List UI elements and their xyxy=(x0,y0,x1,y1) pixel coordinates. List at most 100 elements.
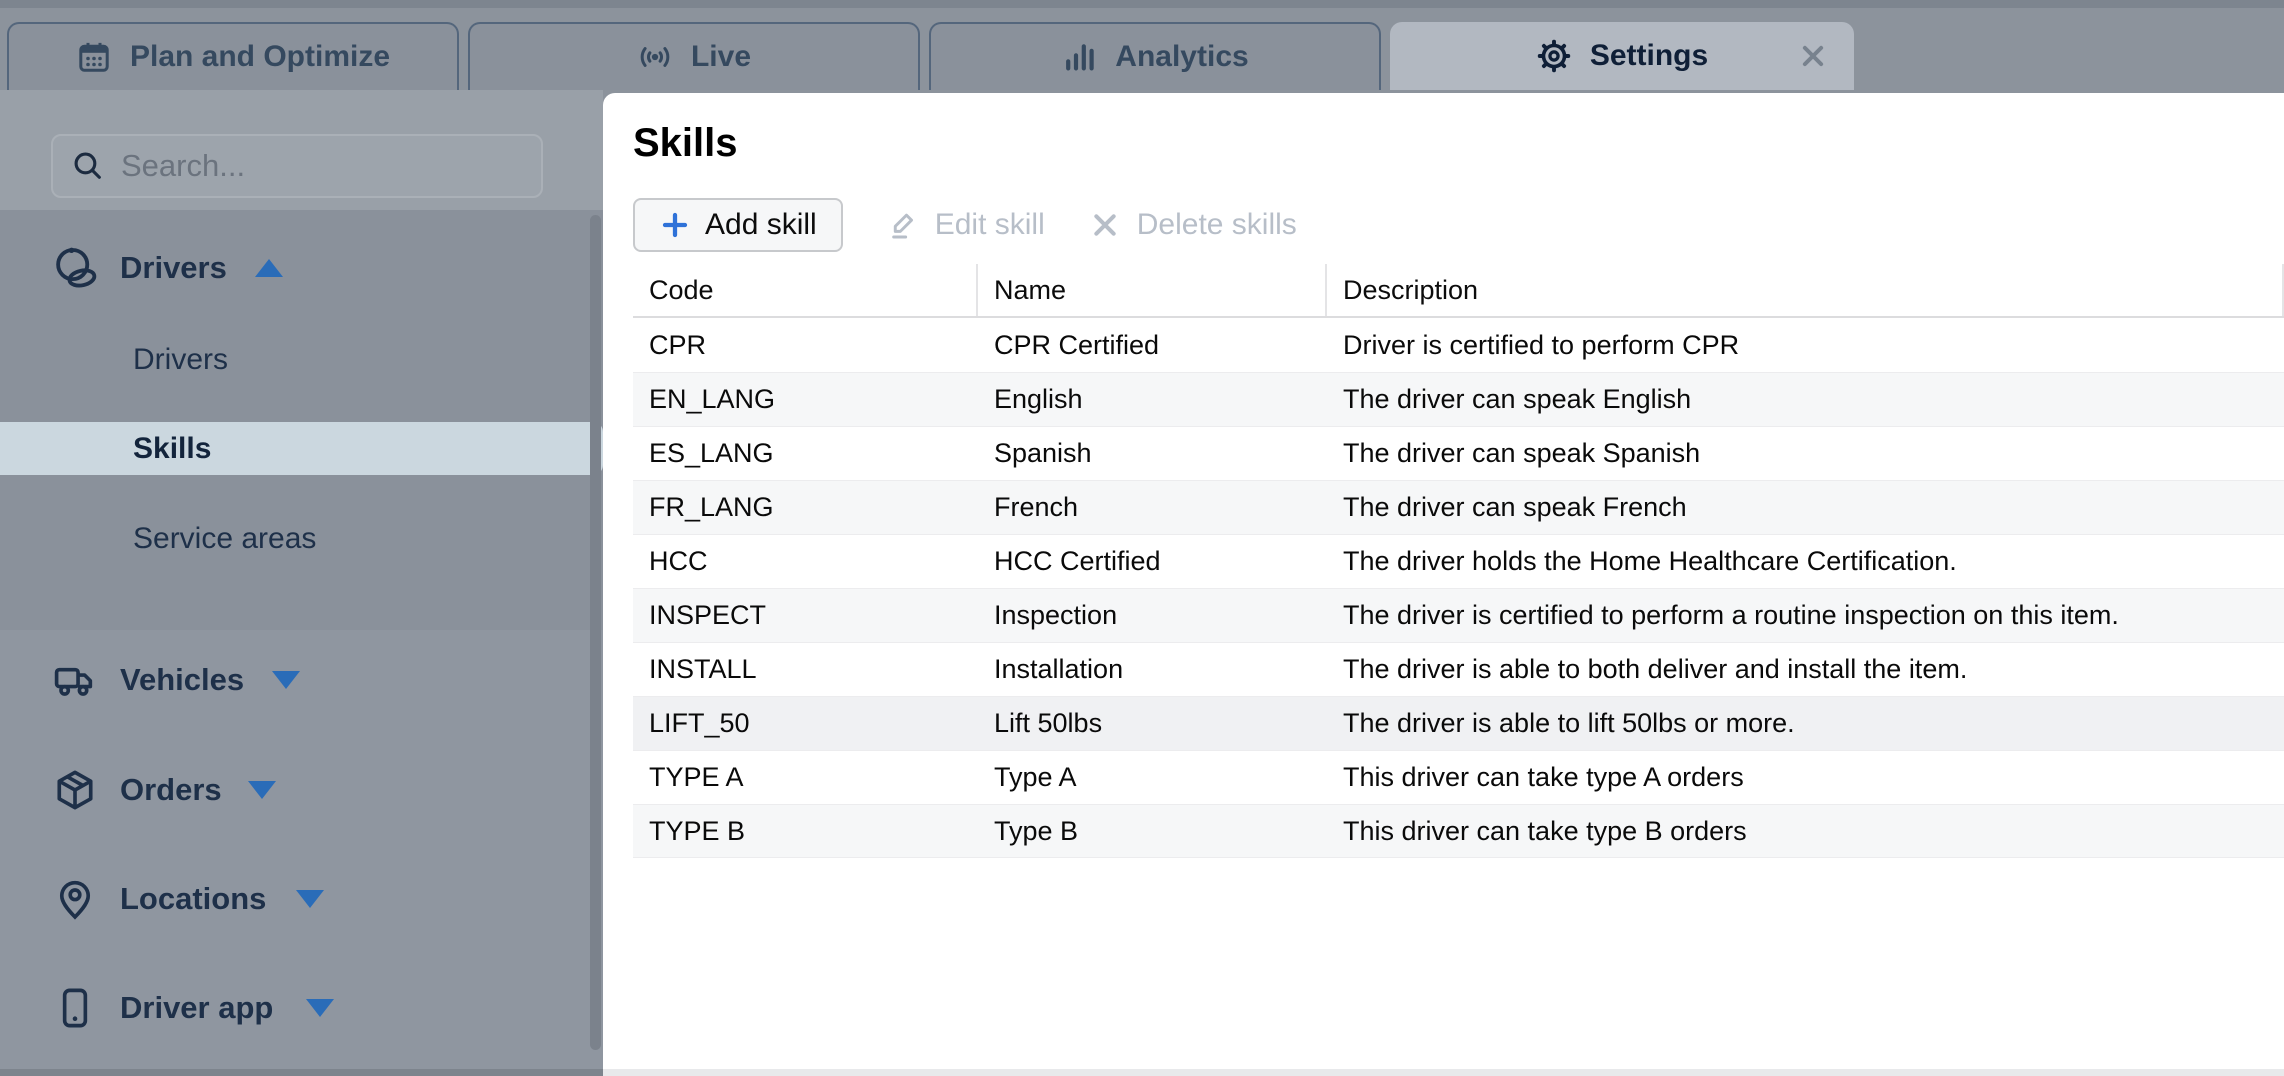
sidebar-subitem-label: Drivers xyxy=(133,343,228,377)
sidebar-item-vehicles[interactable]: Vehicles xyxy=(0,650,603,710)
tab-label: Analytics xyxy=(1115,40,1248,74)
table-cell: The driver is able to both deliver and i… xyxy=(1327,643,2284,696)
table-cell: ES_LANG xyxy=(633,427,978,480)
table-cell: TYPE B xyxy=(633,805,978,857)
table-cell: The driver is certified to perform a rou… xyxy=(1327,589,2284,642)
chevron-down-icon xyxy=(296,890,324,908)
box-icon xyxy=(52,767,98,813)
table-cell: Type A xyxy=(978,751,1327,804)
app-window: Plan and Optimize Live xyxy=(0,0,2284,1076)
chevron-up-icon xyxy=(255,259,283,277)
page-title: Skills xyxy=(633,121,738,166)
table-row[interactable]: INSPECTInspectionThe driver is certified… xyxy=(633,588,2284,642)
sidebar-item-service-areas[interactable]: Service areas xyxy=(0,509,603,569)
table-cell: INSTALL xyxy=(633,643,978,696)
table-row[interactable]: LIFT_50Lift 50lbsThe driver is able to l… xyxy=(633,696,2284,750)
delete-skills-button[interactable]: Delete skills xyxy=(1089,208,1297,242)
plus-icon xyxy=(659,209,691,241)
window-bottom-edge-right xyxy=(603,1069,2284,1076)
table-cell: Spanish xyxy=(978,427,1327,480)
live-icon xyxy=(637,39,673,75)
table-row[interactable]: TYPE BType BThis driver can take type B … xyxy=(633,804,2284,858)
table-cell: TYPE A xyxy=(633,751,978,804)
column-header-description: Description xyxy=(1327,264,2284,316)
table-cell: The driver is able to lift 50lbs or more… xyxy=(1327,697,2284,750)
sidebar-item-drivers-group[interactable]: Drivers xyxy=(0,238,603,298)
column-header-name: Name xyxy=(978,264,1327,316)
sidebar-item-label: Driver app xyxy=(120,990,273,1026)
table-row[interactable]: HCCHCC CertifiedThe driver holds the Hom… xyxy=(633,534,2284,588)
sidebar-item-skills[interactable]: Skills xyxy=(0,422,603,475)
table-cell: LIFT_50 xyxy=(633,697,978,750)
chevron-down-icon xyxy=(306,999,334,1017)
sidebar-item-drivers[interactable]: Drivers xyxy=(0,330,603,390)
table-cell: INSPECT xyxy=(633,589,978,642)
tab-settings[interactable]: Settings xyxy=(1390,22,1854,90)
edit-skill-button[interactable]: Edit skill xyxy=(887,208,1045,242)
table-cell: This driver can take type B orders xyxy=(1327,805,2284,857)
table-row[interactable]: TYPE AType AThis driver can take type A … xyxy=(633,750,2284,804)
tab-label: Plan and Optimize xyxy=(130,40,390,74)
delete-skills-label: Delete skills xyxy=(1137,208,1297,242)
table-row[interactable]: CPRCPR CertifiedDriver is certified to p… xyxy=(633,318,2284,372)
settings-sidebar: Drivers Drivers Skills Service areas Veh… xyxy=(0,90,603,1069)
table-row[interactable]: EN_LANGEnglishThe driver can speak Engli… xyxy=(633,372,2284,426)
skills-toolbar: Add skill Edit skill Delete skills xyxy=(633,198,1297,252)
add-skill-label: Add skill xyxy=(705,208,817,242)
table-cell: FR_LANG xyxy=(633,481,978,534)
sidebar-subitem-label: Service areas xyxy=(133,522,316,556)
sidebar-item-orders[interactable]: Orders xyxy=(0,760,603,820)
table-cell: This driver can take type A orders xyxy=(1327,751,2284,804)
search-box[interactable] xyxy=(51,134,543,198)
skills-table-body: CPRCPR CertifiedDriver is certified to p… xyxy=(633,318,2284,858)
window-bottom-edge-left xyxy=(0,1069,603,1076)
x-icon xyxy=(1089,209,1121,241)
table-cell: The driver holds the Home Healthcare Cer… xyxy=(1327,535,2284,588)
sidebar-item-locations[interactable]: Locations xyxy=(0,869,603,929)
skills-panel: Skills Add skill Edit skill xyxy=(603,93,2284,1069)
chevron-down-icon xyxy=(248,781,276,799)
table-cell: Lift 50lbs xyxy=(978,697,1327,750)
sidebar-item-label: Drivers xyxy=(120,250,227,286)
tab-label: Settings xyxy=(1590,39,1708,73)
table-cell: CPR xyxy=(633,318,978,372)
table-cell: EN_LANG xyxy=(633,373,978,426)
search-input[interactable] xyxy=(121,148,523,184)
calendar-icon xyxy=(76,39,112,75)
sidebar-item-label: Vehicles xyxy=(120,662,244,698)
table-row[interactable]: ES_LANGSpanishThe driver can speak Spani… xyxy=(633,426,2284,480)
table-cell: The driver can speak Spanish xyxy=(1327,427,2284,480)
sidebar-scrollbar[interactable] xyxy=(590,215,601,1050)
table-cell: Driver is certified to perform CPR xyxy=(1327,318,2284,372)
table-row[interactable]: FR_LANGFrenchThe driver can speak French xyxy=(633,480,2284,534)
table-cell: Type B xyxy=(978,805,1327,857)
tab-analytics[interactable]: Analytics xyxy=(929,22,1381,90)
sidebar-item-label: Locations xyxy=(120,881,266,917)
sidebar-item-driver-app[interactable]: Driver app xyxy=(0,978,603,1038)
table-row[interactable]: INSTALLInstallationThe driver is able to… xyxy=(633,642,2284,696)
table-cell: HCC xyxy=(633,535,978,588)
smartphone-icon xyxy=(52,985,98,1031)
table-cell: The driver can speak French xyxy=(1327,481,2284,534)
close-tab-icon[interactable] xyxy=(1798,41,1828,71)
chevron-down-icon xyxy=(272,671,300,689)
edit-skill-label: Edit skill xyxy=(935,208,1045,242)
sidebar-item-label: Orders xyxy=(120,772,222,808)
tab-bar: Plan and Optimize Live xyxy=(0,0,2284,90)
table-cell: French xyxy=(978,481,1327,534)
table-header-row: Code Name Description xyxy=(633,264,2284,318)
sidebar-search-section xyxy=(0,90,603,210)
pencil-icon xyxy=(887,209,919,241)
analytics-icon xyxy=(1061,39,1097,75)
table-cell: The driver can speak English xyxy=(1327,373,2284,426)
gear-icon xyxy=(1536,38,1572,74)
add-skill-button[interactable]: Add skill xyxy=(633,198,843,252)
truck-icon xyxy=(52,657,98,703)
skills-table: Code Name Description CPRCPR CertifiedDr… xyxy=(633,264,2284,858)
tab-live[interactable]: Live xyxy=(468,22,920,90)
tab-plan-and-optimize[interactable]: Plan and Optimize xyxy=(7,22,459,90)
search-icon xyxy=(71,149,105,183)
table-cell: Installation xyxy=(978,643,1327,696)
tab-label: Live xyxy=(691,40,751,74)
table-cell: Inspection xyxy=(978,589,1327,642)
